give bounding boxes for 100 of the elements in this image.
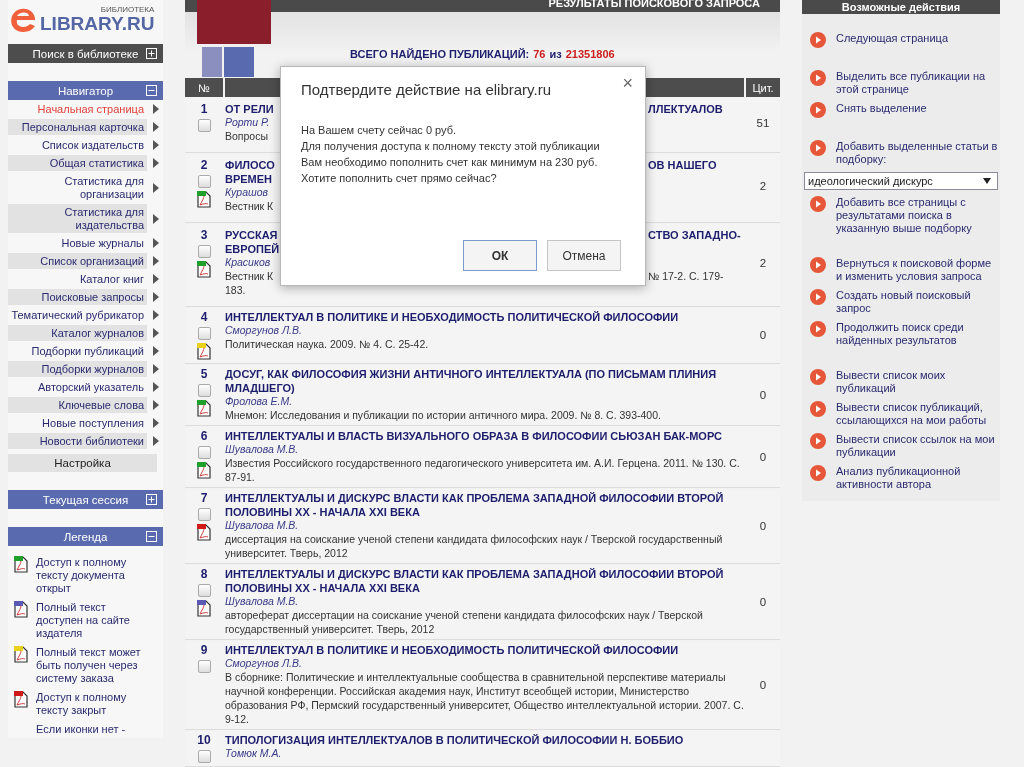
nav-link[interactable]: Поисковые запросы — [8, 289, 147, 305]
title-fragment[interactable]: РУССКАЯ — [225, 228, 278, 242]
checkbox[interactable] — [197, 446, 211, 459]
logo-text: LIBRARY.RU — [40, 14, 155, 34]
source-text: Политическая наука. 2009. № 4. С. 25-42. — [225, 337, 430, 351]
checkbox[interactable] — [197, 384, 211, 397]
panel-header[interactable]: Навигатор — [8, 81, 163, 100]
publication-title[interactable]: ИНТЕЛЛЕКТУАЛЫ И ДИСКУРС ВЛАСТИ КАК ПРОБЛЕМА ЗАПАДНОЙ ФИЛОСОФИИ ВТОРОЙ ПОЛОВИНЫ XX - НАЧАЛА XXI ВЕКА — [225, 491, 744, 519]
checkbox[interactable] — [197, 245, 211, 258]
arrow-icon — [153, 182, 159, 193]
checkbox[interactable] — [197, 175, 211, 188]
row-number: 4 — [200, 310, 208, 324]
row-number: 8 — [200, 567, 208, 581]
nav-link[interactable]: Список издательств — [8, 137, 147, 153]
play-icon — [810, 369, 826, 385]
nav-link[interactable]: Новые поступления — [8, 415, 147, 431]
author-name[interactable]: Сморгунов Л.В. — [225, 657, 744, 670]
author-name[interactable]: Шувалова М.В. — [225, 519, 744, 532]
action-link[interactable]: Добавить все страницы с результатами поиска в указанную выше подборку — [836, 196, 1000, 235]
dialog-button[interactable]: ОК — [463, 240, 537, 271]
author-name[interactable]: Сморгунов Л.В. — [225, 324, 744, 337]
citation-count[interactable]: 0 — [759, 388, 767, 401]
checkbox[interactable] — [197, 508, 211, 521]
checkbox[interactable] — [197, 119, 211, 132]
column-header: № — [185, 78, 223, 97]
action-link[interactable]: Выделить все публикации на этой странице — [836, 70, 1000, 96]
play-icon — [810, 70, 826, 86]
panel-header[interactable]: Легенда — [8, 527, 163, 546]
author-name[interactable]: Шувалова М.В. — [225, 595, 744, 608]
settings-button[interactable]: Настройка — [8, 454, 157, 472]
nav-link[interactable]: Начальная страница — [8, 101, 147, 117]
panel-header[interactable]: Текущая сессия — [8, 490, 163, 509]
dialog-message: На Вашем счету сейчас 0 руб. — [301, 123, 458, 138]
publication-title[interactable]: ИНТЕЛЛЕКТУАЛЫ И ДИСКУРС ВЛАСТИ КАК ПРОБЛЕМА ЗАПАДНОЙ ФИЛОСОФИИ ВТОРОЙ ПОЛОВИНЫ XX - НАЧАЛА XXI ВЕКА — [225, 567, 744, 595]
title-fragment[interactable]: ЕВРОПЕЙ — [225, 242, 280, 256]
collection-select[interactable]: идеологический дискурс — [804, 172, 998, 190]
title-fragment[interactable]: ОТ РЕЛИ — [225, 102, 274, 116]
citation-count[interactable]: 0 — [759, 450, 767, 463]
publication-title[interactable]: ИНТЕЛЛЕКТУАЛ В ПОЛИТИКЕ И НЕОБХОДИМОСТЬ ПОЛИТИЧЕСКОЙ ФИЛОСОФИИ — [225, 310, 744, 324]
nav-link[interactable]: Персональная карточка — [8, 119, 147, 135]
panel-header[interactable]: Поиск в библиотеке — [8, 44, 163, 63]
nav-link[interactable]: Каталог журналов — [8, 325, 147, 341]
action-link[interactable]: Вывести список публикаций, ссылающихся на мои работы — [836, 401, 1000, 427]
action-link[interactable]: Создать новый поисковый запрос — [836, 289, 1000, 315]
citation-count[interactable]: 2 — [759, 256, 767, 269]
publication-title[interactable]: ИНТЕЛЛЕКТУАЛЫ И ВЛАСТЬ ВИЗУАЛЬНОГО ОБРАЗА В ФИЛОСОФИИ СЬЮЗАН БАК-МОРС — [225, 429, 744, 443]
title-fragment[interactable]: ЛЛЕКТУАЛОВ — [648, 102, 723, 116]
citation-count[interactable]: 0 — [759, 329, 767, 341]
nav-link[interactable]: Подборки публикаций — [8, 343, 147, 359]
dialog-title: Подтвердите действие на elibrary.ru — [301, 81, 552, 98]
checkbox[interactable] — [197, 660, 211, 673]
row-number: 6 — [200, 429, 208, 443]
citation-count[interactable]: 0 — [759, 519, 767, 532]
citation-count[interactable]: 0 — [759, 595, 767, 608]
author-name[interactable]: Фролова Е.М. — [225, 395, 744, 408]
nav-link[interactable]: Список организаций — [8, 253, 147, 269]
action-link[interactable]: Следующая страница — [836, 32, 948, 45]
citation-count[interactable]: 2 — [759, 179, 767, 192]
nav-link[interactable]: Новости библиотеки — [8, 433, 147, 449]
minus-box-icon[interactable] — [146, 85, 157, 96]
title-fragment[interactable]: ФИЛОСО — [225, 158, 275, 172]
checkbox[interactable] — [197, 750, 211, 763]
title-fragment[interactable]: СТВО ЗАПАДНО- — [648, 228, 741, 242]
checkbox[interactable] — [197, 327, 211, 340]
nav-link[interactable]: Подборки журналов — [8, 361, 147, 377]
play-icon — [810, 401, 826, 417]
dialog-message: Хотите пополнить счет прямо сейчас? — [301, 171, 498, 186]
row-number: 3 — [200, 228, 208, 242]
nav-link[interactable]: Тематический рубрикатор — [8, 307, 147, 323]
nav-link[interactable]: Новые журналы — [8, 235, 147, 251]
citation-count[interactable]: 51 — [756, 116, 770, 129]
publication-title[interactable]: ДОСУГ, КАК ФИЛОСОФИЯ ЖИЗНИ АНТИЧНОГО ИНТЕЛЛЕКТУАЛА (ПО ПИСЬМАМ ПЛИНИЯ МЛАДШЕГО) — [225, 367, 744, 395]
checkbox[interactable] — [197, 584, 211, 597]
action-link[interactable]: Анализ публикационной активности автора — [836, 465, 1000, 491]
action-link[interactable]: Добавить выделенные статьи в подборку: — [836, 140, 1000, 166]
action-link[interactable]: Продолжить поиск среди найденных результатов — [836, 321, 1000, 347]
plus-box-icon[interactable] — [146, 494, 157, 505]
citation-count[interactable]: 0 — [759, 678, 767, 691]
nav-link[interactable]: Каталог книг — [8, 271, 147, 287]
nav-link[interactable]: Статистика для организации — [8, 173, 147, 202]
publication-title[interactable]: ТИПОЛОГИЗАЦИЯ ИНТЕЛЛЕКТУАЛОВ В ПОЛИТИЧЕСКОЙ ФИЛОСОФИИ Н. БОББИО — [225, 733, 744, 747]
title-fragment[interactable]: ОВ НАШЕГО — [648, 158, 717, 172]
action-link[interactable]: Вернуться к поисковой форме и изменить условия запроса — [836, 257, 1000, 283]
dialog-button[interactable]: Отмена — [547, 240, 621, 271]
action-link[interactable]: Снять выделение — [836, 102, 927, 115]
publication-title[interactable]: ИНТЕЛЛЕКТУАЛ В ПОЛИТИКЕ И НЕОБХОДИМОСТЬ ПОЛИТИЧЕСКОЙ ФИЛОСОФИИ — [225, 643, 744, 657]
plus-box-icon[interactable] — [146, 48, 157, 59]
author-name[interactable]: Шувалова М.В. — [225, 443, 744, 456]
action-link[interactable]: Вывести список моих публикаций — [836, 369, 1000, 395]
nav-link[interactable]: Авторский указатель — [8, 379, 147, 395]
title-fragment[interactable]: ВРЕМЕН — [225, 172, 273, 186]
nav-link[interactable]: Статистика для издательства — [8, 204, 147, 233]
pdf-icon — [14, 556, 28, 573]
action-link[interactable]: Вывести список ссылок на мои публикации — [836, 433, 1000, 459]
close-button[interactable]: × — [622, 73, 633, 94]
minus-box-icon[interactable] — [146, 531, 157, 542]
author-name[interactable]: Томюк М.А. — [225, 747, 744, 760]
row-number: 9 — [200, 643, 208, 657]
nav-link[interactable]: Общая статистика — [8, 155, 147, 171]
nav-link[interactable]: Ключевые слова — [8, 397, 147, 413]
